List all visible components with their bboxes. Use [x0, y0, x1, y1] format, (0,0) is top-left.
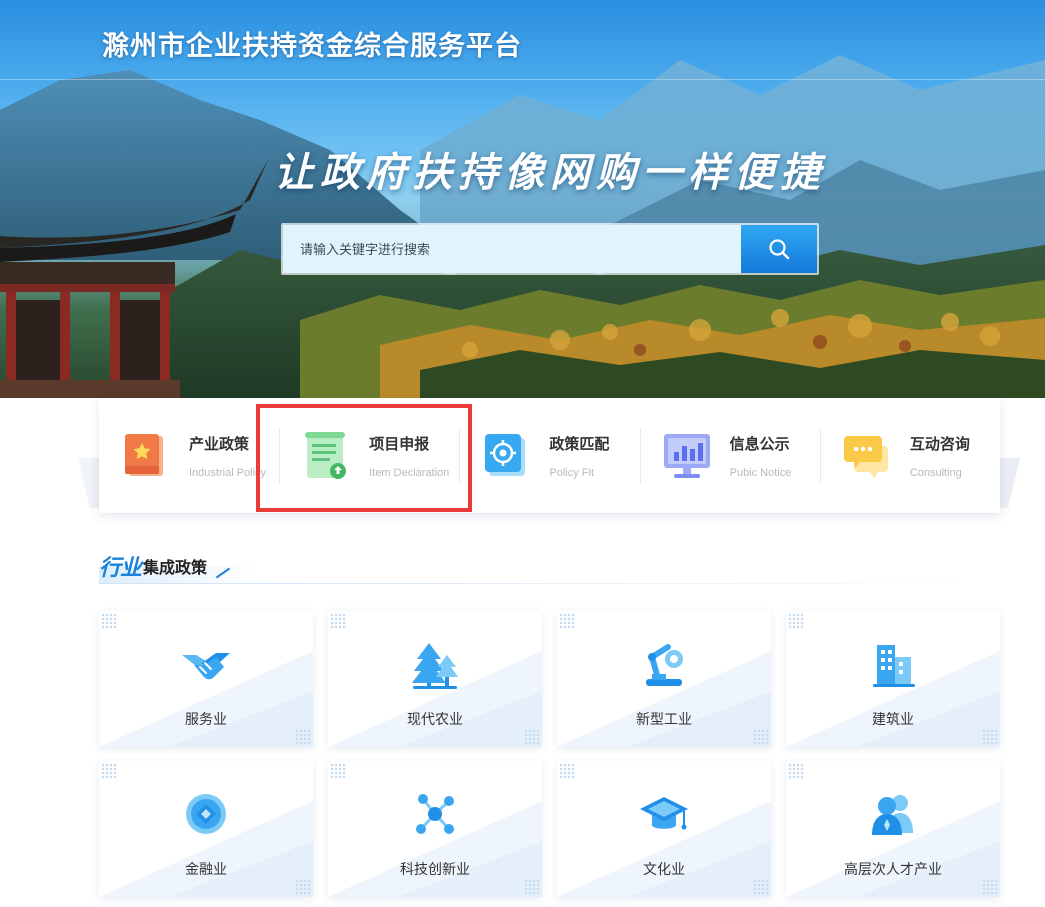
search-button[interactable]	[741, 225, 817, 273]
dot-pattern	[524, 879, 540, 895]
nav-subtitle: Policy Fit	[549, 466, 595, 479]
search-bar	[281, 223, 819, 275]
industry-label: 科技创新业	[400, 861, 470, 877]
dot-pattern	[101, 763, 117, 779]
building-icon	[873, 645, 915, 687]
dot-pattern	[295, 729, 311, 745]
monitor-chart-icon	[663, 433, 710, 478]
chat-bubble-icon	[843, 435, 888, 478]
handshake-icon	[182, 653, 230, 680]
coin-icon	[186, 794, 226, 834]
site-title: 滁州市企业扶持资金综合服务平台	[102, 31, 522, 61]
nav-subtitle: Consulting	[909, 466, 962, 479]
industry-tile-construction[interactable]: 建筑业	[786, 611, 1000, 747]
hero-banner: 滁州市企业扶持资金综合服务平台 让政府扶持像网购一样便捷	[0, 0, 1045, 398]
dot-pattern	[788, 613, 804, 629]
molecule-icon	[416, 794, 454, 834]
header-divider	[0, 79, 1045, 80]
nav-item-industrial-policy[interactable]: 产业政策 Industrial Policy	[99, 398, 279, 513]
nav-title: 政策匹配	[549, 435, 610, 453]
dot-pattern	[101, 613, 117, 629]
industry-tile-high-level-talent[interactable]: 高层次人才产业	[786, 761, 1000, 897]
industry-tile-finance[interactable]: 金融业	[99, 761, 313, 897]
dot-pattern	[982, 729, 998, 745]
industry-tile-services[interactable]: 服务业	[99, 611, 313, 747]
nav-title: 信息公示	[729, 435, 790, 453]
dot-pattern	[753, 729, 769, 745]
section-divider	[99, 583, 1000, 584]
search-input[interactable]	[283, 225, 741, 273]
section-header: 行业 集成政策	[99, 546, 231, 582]
dot-pattern	[788, 763, 804, 779]
industry-label: 高层次人才产业	[844, 861, 942, 877]
industry-label: 现代农业	[407, 711, 463, 727]
industry-label: 新型工业	[636, 711, 692, 727]
industry-label: 建筑业	[872, 711, 914, 727]
industry-label: 金融业	[185, 861, 227, 877]
nav-subtitle: Pubic Notice	[729, 466, 792, 479]
dot-pattern	[753, 879, 769, 895]
industry-tile-tech-innovation[interactable]: 科技创新业	[328, 761, 542, 897]
nav-item-public-notice[interactable]: 信息公示 Pubic Notice	[639, 398, 820, 513]
banner-slogan: 让政府扶持像网购一样便捷	[274, 149, 826, 196]
section-art-text: 行业	[99, 555, 142, 581]
industry-tile-culture[interactable]: 文化业	[557, 761, 771, 897]
dot-pattern	[295, 879, 311, 895]
search-icon	[769, 239, 790, 260]
dot-pattern	[559, 763, 575, 779]
target-icon	[485, 433, 526, 476]
dot-pattern	[330, 613, 346, 629]
trees-icon	[412, 643, 458, 689]
industry-tile-modern-agriculture[interactable]: 现代农业	[328, 611, 542, 747]
section-slash-decoration	[215, 567, 231, 579]
policy-book-icon	[125, 433, 163, 476]
industry-label: 文化业	[643, 861, 685, 877]
dot-pattern	[524, 729, 540, 745]
industry-grid: 服务业 现代农业 新型工业 建筑业 金融业 科技创新业 文化业 高层次人才产业	[99, 611, 1001, 897]
people-icon	[872, 795, 913, 835]
nav-subtitle: Industrial Policy	[189, 466, 267, 479]
dot-pattern	[982, 879, 998, 895]
industry-label: 服务业	[185, 711, 227, 727]
graduation-cap-icon	[640, 797, 688, 830]
nav-title: 互动咨询	[909, 435, 970, 453]
nav-item-policy-fit[interactable]: 政策匹配 Policy Fit	[459, 398, 639, 513]
robot-arm-icon	[646, 644, 683, 686]
highlight-box	[256, 404, 472, 512]
dot-pattern	[330, 763, 346, 779]
quick-nav: 产业政策 Industrial Policy 项目申报 Item Declara…	[99, 398, 1000, 513]
nav-item-consulting[interactable]: 互动咨询 Consulting	[819, 398, 1000, 513]
section-title: 集成政策	[143, 560, 208, 577]
nav-title: 产业政策	[189, 435, 250, 453]
industry-tile-new-industry[interactable]: 新型工业	[557, 611, 771, 747]
dot-pattern	[559, 613, 575, 629]
